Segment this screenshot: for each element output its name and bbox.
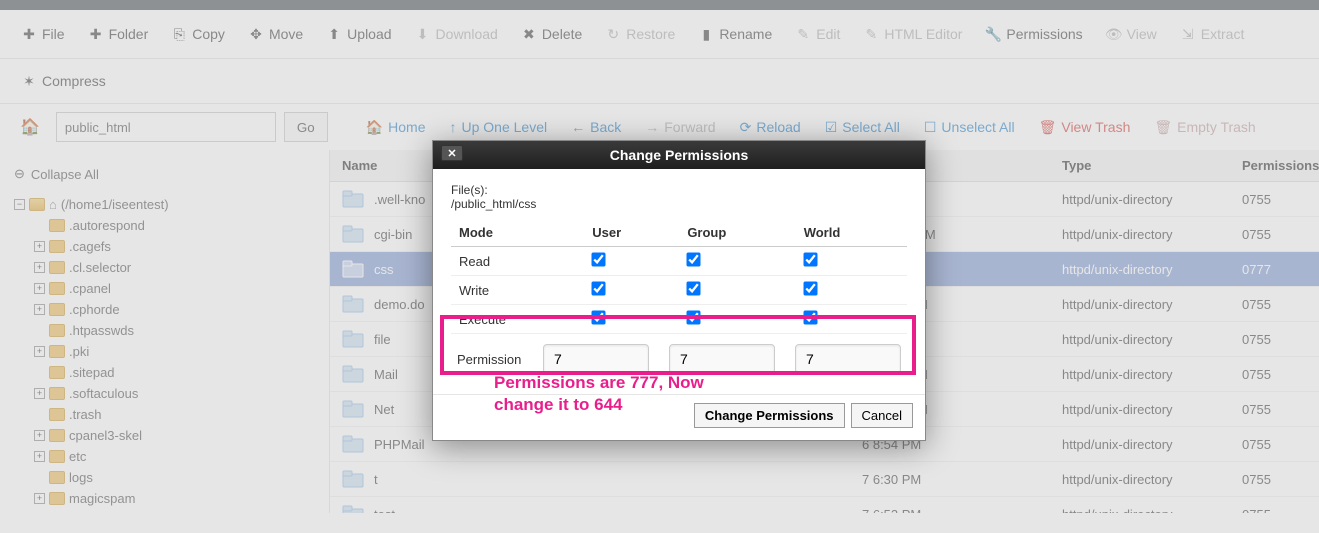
read-user-checkbox[interactable] xyxy=(592,252,606,266)
nav-empty-trash[interactable]: 🗑 Empty Trash xyxy=(1144,113,1265,142)
go-button[interactable]: Go xyxy=(284,112,328,142)
folder-icon xyxy=(49,303,65,316)
expand-icon[interactable]: + xyxy=(34,241,45,252)
tree-root[interactable]: − ⌂ (/home1/iseentest) xyxy=(14,194,315,215)
write-group-checkbox[interactable] xyxy=(687,281,701,295)
files-label: File(s): xyxy=(451,183,907,197)
read-world-checkbox[interactable] xyxy=(803,252,817,266)
tree-item[interactable]: +.cl.selector xyxy=(34,257,315,278)
tree-item[interactable]: +.cpanel xyxy=(34,278,315,299)
expand-icon[interactable]: + xyxy=(34,262,45,273)
nav-forward[interactable]: → Forward xyxy=(635,113,725,142)
change-permissions-button[interactable]: Change Permissions xyxy=(694,403,845,428)
tree-item[interactable]: +.cphorde xyxy=(34,299,315,320)
folder-icon xyxy=(49,450,65,463)
tree-item[interactable]: .autorespond xyxy=(34,215,315,236)
folder-icon xyxy=(49,282,65,295)
tree-item[interactable]: .htpasswds xyxy=(34,320,315,341)
folder-button[interactable]: ✚Folder xyxy=(79,20,159,48)
tree-item[interactable]: +.pki xyxy=(34,341,315,362)
modal-title: ✕ Change Permissions xyxy=(433,141,925,169)
expand-icon[interactable]: + xyxy=(34,451,45,462)
folder-icon xyxy=(49,408,65,421)
annotation-text: Permissions are 777, Now change it to 64… xyxy=(494,372,704,416)
folder-icon xyxy=(49,324,65,337)
nav-reload[interactable]: ⟳ Reload xyxy=(730,113,811,142)
html-editor-button[interactable]: ✎HTML Editor xyxy=(854,20,972,48)
folder-icon xyxy=(49,345,65,358)
folder-icon xyxy=(49,261,65,274)
cancel-button[interactable]: Cancel xyxy=(851,403,913,428)
home-icon: ⌂ xyxy=(49,197,57,212)
path-input[interactable] xyxy=(56,112,276,142)
tree-item[interactable]: +etc xyxy=(34,446,315,467)
restore-button[interactable]: ↻Restore xyxy=(596,20,685,48)
folder-icon xyxy=(49,219,65,232)
folder-icon xyxy=(49,387,65,400)
write-world-checkbox[interactable] xyxy=(803,281,817,295)
rename-button[interactable]: ▮Rename xyxy=(689,20,782,48)
tree-item[interactable]: +.cagefs xyxy=(34,236,315,257)
table-row[interactable]: test7 6:52 PMhttpd/unix-directory0755 xyxy=(330,497,1319,513)
nav-back[interactable]: ← Back xyxy=(561,113,631,142)
collapse-all[interactable]: ⊖ Collapse All xyxy=(14,160,315,194)
expand-icon[interactable]: + xyxy=(34,430,45,441)
expand-icon[interactable]: + xyxy=(34,346,45,357)
tree-item[interactable]: .trash xyxy=(34,404,315,425)
download-button[interactable]: ⬇Download xyxy=(406,20,508,48)
write-user-checkbox[interactable] xyxy=(592,281,606,295)
extract-button[interactable]: ⇲Extract xyxy=(1171,20,1255,48)
compress-button[interactable]: ✶Compress xyxy=(12,67,116,95)
tree-item[interactable]: +.softaculous xyxy=(34,383,315,404)
folder-icon xyxy=(49,429,65,442)
exec-world-checkbox[interactable] xyxy=(803,310,817,324)
home-icon[interactable]: 🏠 xyxy=(12,113,48,141)
tree-item[interactable]: +cpanel3-skel xyxy=(34,425,315,446)
upload-button[interactable]: ⬆Upload xyxy=(317,20,401,48)
read-group-checkbox[interactable] xyxy=(687,252,701,266)
expand-icon[interactable]: + xyxy=(34,283,45,294)
expand-icon[interactable]: + xyxy=(34,388,45,399)
expand-icon[interactable]: + xyxy=(34,304,45,315)
copy-button[interactable]: ⎘Copy xyxy=(162,20,235,48)
folder-icon xyxy=(49,492,65,505)
table-row[interactable]: t7 6:30 PMhttpd/unix-directory0755 xyxy=(330,462,1319,497)
files-path: /public_html/css xyxy=(451,197,907,211)
tree-item[interactable]: +magicspam xyxy=(34,488,315,509)
perm-world-input[interactable] xyxy=(795,344,901,374)
exec-group-checkbox[interactable] xyxy=(687,310,701,324)
tree-item[interactable]: logs xyxy=(34,467,315,488)
modal-close-button[interactable]: ✕ xyxy=(441,145,463,161)
folder-icon xyxy=(49,471,65,484)
view-button[interactable]: 👁View xyxy=(1097,20,1167,48)
perm-user-input[interactable] xyxy=(543,344,649,374)
nav-up[interactable]: ↑ Up One Level xyxy=(440,113,558,142)
expand-icon[interactable]: + xyxy=(34,493,45,504)
move-button[interactable]: ✥Move xyxy=(239,20,313,48)
perm-group-input[interactable] xyxy=(669,344,775,374)
edit-button[interactable]: ✎Edit xyxy=(786,20,850,48)
file-button[interactable]: ✚File xyxy=(12,20,75,48)
nav-view-trash[interactable]: 🗑 View Trash xyxy=(1029,113,1141,142)
permissions-button[interactable]: 🔧Permissions xyxy=(976,20,1092,48)
nav-unselect-all[interactable]: ☐ Unselect All xyxy=(914,113,1025,142)
tree-item[interactable]: .sitepad xyxy=(34,362,315,383)
delete-button[interactable]: ✖Delete xyxy=(512,20,592,48)
collapse-icon[interactable]: − xyxy=(14,199,25,210)
nav-home[interactable]: 🏠 Home xyxy=(356,113,436,142)
nav-select-all[interactable]: ☑ Select All xyxy=(815,113,910,142)
folder-icon xyxy=(29,198,45,211)
exec-user-checkbox[interactable] xyxy=(592,310,606,324)
folder-icon xyxy=(49,240,65,253)
folder-icon xyxy=(49,366,65,379)
